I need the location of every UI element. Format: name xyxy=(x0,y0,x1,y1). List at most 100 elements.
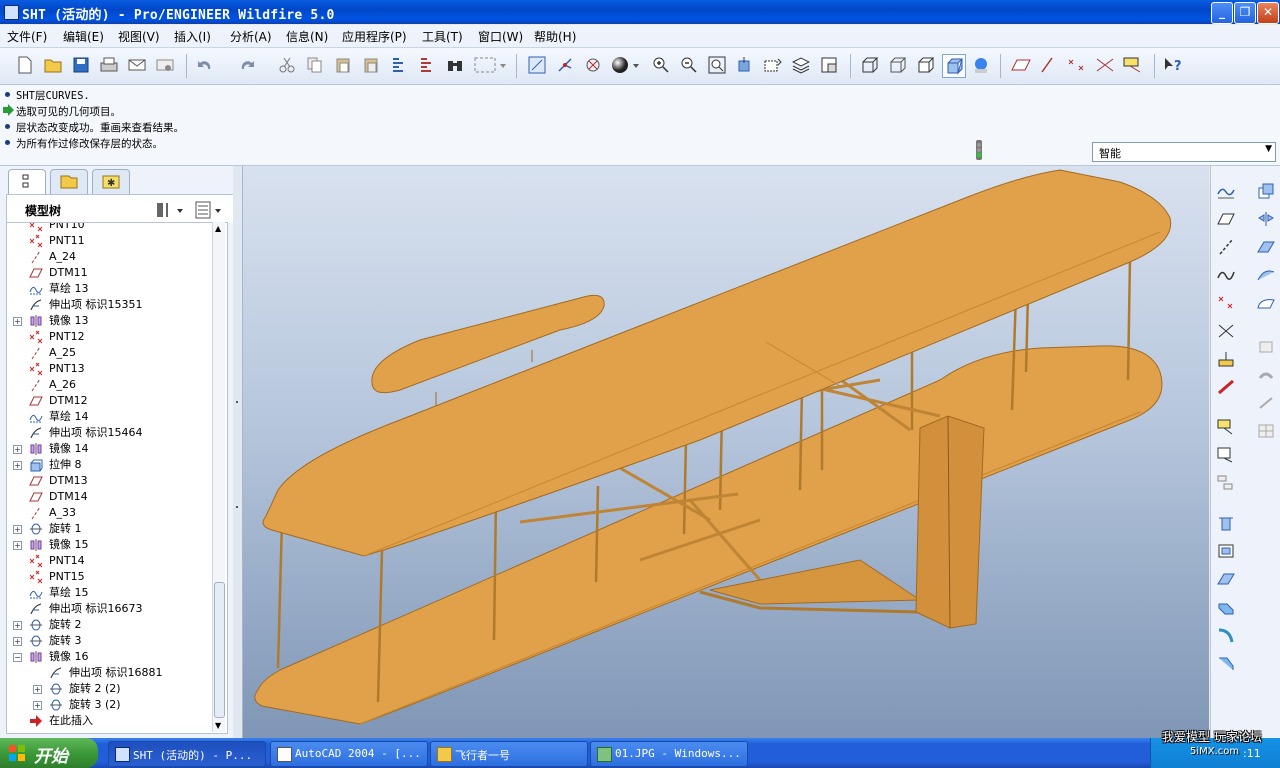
tree-show-icon[interactable] xyxy=(195,201,225,219)
task-autocad[interactable]: AutoCAD 2004 - [... xyxy=(270,741,428,767)
expand-icon[interactable]: + xyxy=(13,461,22,470)
axis-toggle-icon[interactable] xyxy=(1038,54,1060,76)
tree-row[interactable]: 在此插入 xyxy=(7,713,212,729)
expand-icon[interactable]: + xyxy=(13,317,22,326)
solidify-tool-icon[interactable] xyxy=(1255,392,1277,414)
tree-row[interactable]: + 旋转 2 (2) xyxy=(7,681,212,697)
menu-insert[interactable]: 插入(I) xyxy=(174,28,211,45)
flow-tool-icon[interactable] xyxy=(1215,472,1237,494)
layers-icon[interactable] xyxy=(790,54,812,76)
tree-row[interactable]: DTM12 xyxy=(7,393,212,409)
close-button[interactable]: ✕ xyxy=(1257,2,1279,24)
axis-display-icon[interactable] xyxy=(554,54,576,76)
shading-sphere-icon[interactable] xyxy=(610,54,642,76)
undo-icon[interactable] xyxy=(194,54,216,76)
tree-row[interactable]: A_26 xyxy=(7,377,212,393)
mirror-tool-icon[interactable] xyxy=(1255,208,1277,230)
scrollbar-thumb[interactable] xyxy=(214,582,225,718)
extrude-tool-icon[interactable] xyxy=(1215,512,1237,534)
expand-icon[interactable]: + xyxy=(13,621,22,630)
tab-model-tree[interactable] xyxy=(8,169,46,194)
point-display-icon[interactable] xyxy=(582,54,604,76)
expand-icon[interactable]: + xyxy=(33,685,42,694)
selection-filter-dropdown[interactable]: 智能 ▼ xyxy=(1092,142,1276,162)
tree-row[interactable]: 草绘 13 xyxy=(7,281,212,297)
tree-row[interactable]: 草绘 15 xyxy=(7,585,212,601)
reorient-icon[interactable] xyxy=(734,54,756,76)
saved-views-icon[interactable] xyxy=(762,54,784,76)
menu-help[interactable]: 帮助(H) xyxy=(534,28,576,45)
zoom-out-icon[interactable] xyxy=(678,54,700,76)
datum-axis-tool-icon[interactable] xyxy=(1215,236,1237,258)
tree-row[interactable]: A_24 xyxy=(7,249,212,265)
note-tool-icon[interactable] xyxy=(1215,444,1237,466)
model-tree[interactable]: PNT10 PNT11 A_24 DTM11 草绘 13 伸出项 标识15351 + 镜像 1… xyxy=(6,222,228,734)
menu-file[interactable]: 文件(F) xyxy=(7,28,47,45)
regenerate-icon[interactable] xyxy=(388,54,410,76)
tree-row[interactable]: 伸出项 标识16673 xyxy=(7,601,212,617)
graphics-viewport[interactable] xyxy=(243,166,1209,738)
tree-row[interactable]: 草绘 14 xyxy=(7,409,212,425)
tree-row[interactable]: DTM14 xyxy=(7,489,212,505)
annotation-tool-icon[interactable] xyxy=(1215,416,1237,438)
collapse-icon[interactable]: − xyxy=(13,653,22,662)
expand-icon[interactable]: + xyxy=(33,701,42,710)
scroll-down-icon[interactable]: ▼ xyxy=(215,721,221,730)
paste-special-icon[interactable] xyxy=(360,54,382,76)
tree-row[interactable]: + 旋转 3 (2) xyxy=(7,697,212,713)
task-folder[interactable]: 飞行者一号 xyxy=(430,741,588,767)
regeneration-manager-icon[interactable] xyxy=(416,54,438,76)
tree-row[interactable]: + 旋转 2 xyxy=(7,617,212,633)
menu-tools[interactable]: 工具(T) xyxy=(422,28,463,45)
shading-mode-icon[interactable] xyxy=(942,54,966,78)
tree-row[interactable]: A_25 xyxy=(7,345,212,361)
tree-row[interactable]: + 拉伸 8 xyxy=(7,457,212,473)
annotation-toggle-icon[interactable] xyxy=(1122,54,1144,76)
point-toggle-icon[interactable] xyxy=(1066,54,1088,76)
tree-row[interactable]: + 旋转 1 xyxy=(7,521,212,537)
tree-row[interactable]: 伸出项 标识15351 xyxy=(7,297,212,313)
reference-tool-icon[interactable] xyxy=(1215,376,1237,398)
tree-row[interactable]: A_33 xyxy=(7,505,212,521)
new-file-icon[interactable] xyxy=(14,54,36,76)
tab-folder-browser[interactable] xyxy=(50,169,88,194)
menu-analysis[interactable]: 分析(A) xyxy=(230,28,272,45)
datum-display-icon[interactable] xyxy=(526,54,548,76)
extend-tool-icon[interactable] xyxy=(1255,292,1277,314)
pattern-tool-icon[interactable] xyxy=(1255,420,1277,442)
menu-applications[interactable]: 应用程序(P) xyxy=(342,28,407,45)
tree-scrollbar[interactable]: ▲ ▼ xyxy=(212,222,225,732)
save-icon[interactable] xyxy=(70,54,92,76)
copy-icon[interactable] xyxy=(304,54,326,76)
blend-tool-icon[interactable] xyxy=(1215,596,1237,618)
tree-row[interactable]: + 镜像 13 xyxy=(7,313,212,329)
tab-favorites[interactable]: ✱ xyxy=(92,169,130,194)
tree-row[interactable]: + 镜像 14 xyxy=(7,441,212,457)
scroll-up-icon[interactable]: ▲ xyxy=(215,224,221,233)
tree-row[interactable]: PNT10 xyxy=(7,223,212,233)
chamfer-tool-icon[interactable] xyxy=(1215,652,1237,674)
offset-tool-icon[interactable] xyxy=(1255,336,1277,358)
refit-icon[interactable] xyxy=(706,54,728,76)
menu-view[interactable]: 视图(V) xyxy=(118,28,160,45)
menu-window[interactable]: 窗口(W) xyxy=(478,28,523,45)
tree-row[interactable]: DTM11 xyxy=(7,265,212,281)
expand-icon[interactable]: + xyxy=(13,637,22,646)
revolve-tool-icon[interactable] xyxy=(1215,540,1237,562)
tree-row[interactable]: PNT12 xyxy=(7,329,212,345)
expand-icon[interactable]: + xyxy=(13,445,22,454)
tree-row[interactable]: 伸出项 标识15464 xyxy=(7,425,212,441)
copy-tool-icon[interactable] xyxy=(1255,180,1277,202)
tree-row[interactable]: PNT15 xyxy=(7,569,212,585)
sketch-tool-icon[interactable] xyxy=(1215,180,1237,202)
tree-row[interactable]: − 镜像 16 xyxy=(7,649,212,665)
trim-tool-icon[interactable] xyxy=(1255,264,1277,286)
open-folder-icon[interactable] xyxy=(42,54,64,76)
no-hidden-icon[interactable] xyxy=(914,54,936,76)
datum-curve-tool-icon[interactable] xyxy=(1215,264,1237,286)
merge-tool-icon[interactable] xyxy=(1255,236,1277,258)
hidden-line-icon[interactable] xyxy=(886,54,908,76)
redo-icon[interactable] xyxy=(236,54,258,76)
tree-settings-icon[interactable] xyxy=(155,201,185,219)
zoom-in-icon[interactable] xyxy=(650,54,672,76)
